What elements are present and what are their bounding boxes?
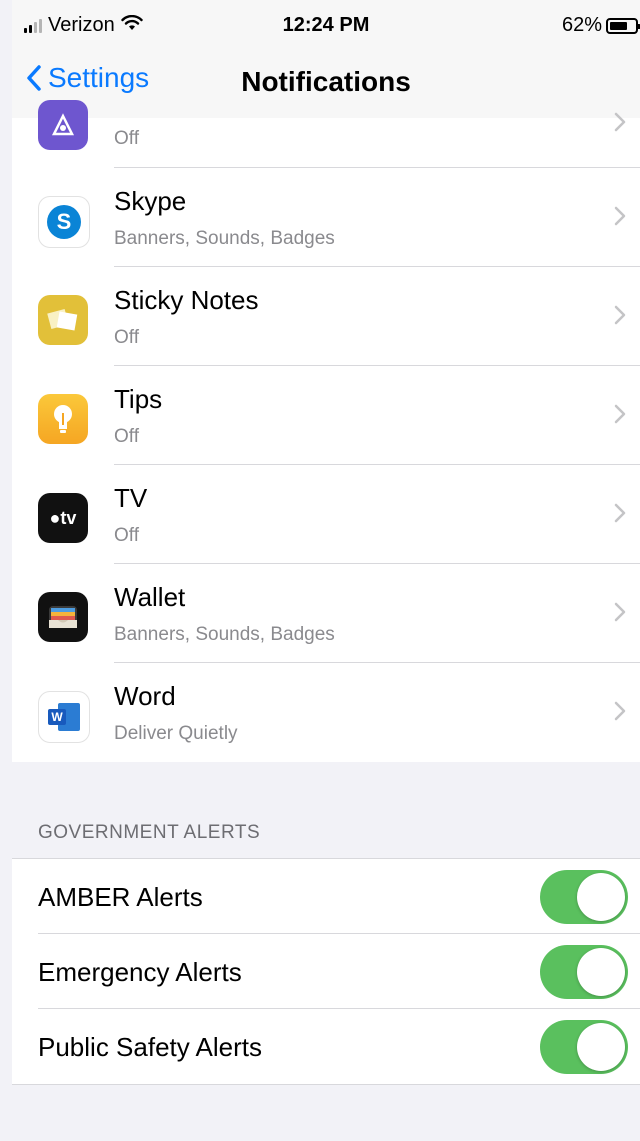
alert-row-amber: AMBER Alerts (12, 859, 640, 934)
app-status: Off (114, 426, 139, 447)
amber-alerts-toggle[interactable] (540, 870, 628, 924)
emergency-alerts-toggle[interactable] (540, 945, 628, 999)
chevron-right-icon (614, 112, 626, 132)
chevron-right-icon (614, 701, 626, 721)
word-icon: W (38, 691, 90, 743)
status-right: 62% (561, 14, 640, 37)
chevron-right-icon (614, 206, 626, 226)
list-item[interactable]: Tips Off (12, 366, 640, 465)
app-notification-list: Off S Skype Banners, Sounds, Badges Stic… (12, 100, 640, 762)
navigation-bar: Settings Notifications (12, 52, 640, 119)
list-item[interactable]: Wallet Banners, Sounds, Badges (12, 564, 640, 663)
app-name: TV (114, 483, 148, 513)
list-item[interactable]: ●tv TV Off (12, 465, 640, 564)
list-item[interactable]: Sticky Notes Off (12, 267, 640, 366)
government-alerts-list: AMBER Alerts Emergency Alerts Public Saf… (12, 858, 640, 1085)
battery-percent: 62% (561, 14, 602, 36)
alert-label: Public Safety Alerts (38, 1032, 262, 1062)
app-status: Off (114, 327, 139, 348)
list-item[interactable]: W Word Deliver Quietly (12, 663, 640, 762)
skype-icon: S (38, 196, 90, 248)
settings-screen: Verizon 12:24 PM 62% Settings Notificati… (12, 0, 640, 1141)
app-status: Banners, Sounds, Badges (114, 624, 335, 645)
alert-label: AMBER Alerts (38, 882, 203, 912)
tips-lightbulb-icon (38, 394, 88, 444)
app-name: Wallet (114, 582, 186, 612)
chevron-right-icon (614, 503, 626, 523)
chevron-right-icon (614, 305, 626, 325)
alert-row-emergency: Emergency Alerts (12, 934, 640, 1009)
app-status: Deliver Quietly (114, 723, 238, 744)
chevron-right-icon (614, 602, 626, 622)
app-status: Off (114, 525, 139, 546)
app-name: Skype (114, 186, 187, 216)
section-header-government-alerts: GOVERNMENT ALERTS (38, 822, 261, 843)
app-name: Word (114, 681, 176, 711)
public-safety-alerts-toggle[interactable] (540, 1020, 628, 1074)
wallet-icon (38, 592, 88, 642)
status-bar: Verizon 12:24 PM 62% (12, 0, 640, 52)
status-time: 12:24 PM (282, 14, 370, 36)
battery-icon (606, 17, 640, 34)
app-name: Tips (114, 384, 163, 414)
app-status: Banners, Sounds, Badges (114, 228, 335, 249)
app-status: Off (114, 128, 139, 149)
sticky-notes-icon (38, 295, 88, 345)
testflight-icon (38, 100, 88, 150)
list-item[interactable]: Off (12, 100, 640, 168)
app-name: Sticky Notes (114, 285, 259, 315)
alert-label: Emergency Alerts (38, 957, 242, 987)
alert-row-public-safety: Public Safety Alerts (12, 1009, 640, 1084)
list-item[interactable]: S Skype Banners, Sounds, Badges (12, 168, 640, 267)
chevron-right-icon (614, 404, 626, 424)
page-title: Notifications (241, 66, 411, 97)
apple-tv-icon: ●tv (38, 493, 88, 543)
